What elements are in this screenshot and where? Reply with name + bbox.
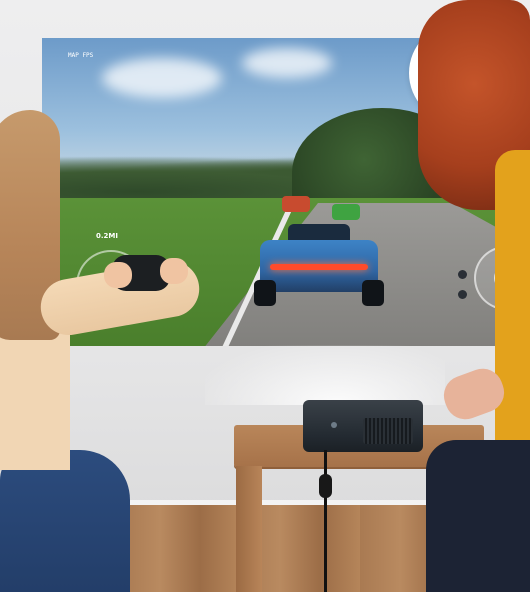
person-right-legs bbox=[426, 440, 530, 592]
person-left-jeans bbox=[0, 450, 130, 592]
cable-adapter bbox=[319, 474, 332, 498]
opponent-car-red bbox=[282, 196, 310, 212]
cloud bbox=[102, 58, 222, 98]
tail-light bbox=[270, 264, 368, 270]
left-hand bbox=[104, 262, 132, 288]
projection-beam bbox=[205, 345, 445, 405]
power-cable bbox=[324, 450, 327, 592]
right-hand bbox=[160, 258, 188, 284]
car-wheel bbox=[362, 280, 384, 306]
projector bbox=[303, 400, 423, 452]
projector-indicator bbox=[331, 422, 337, 428]
car-wheel bbox=[254, 280, 276, 306]
hud-top-left-text: MAP FPS bbox=[68, 52, 94, 59]
action-button bbox=[458, 290, 467, 299]
hud-distance: 0.2MI bbox=[96, 232, 118, 240]
person-right-sweater bbox=[495, 150, 530, 480]
table-leg bbox=[236, 466, 262, 592]
projector-grille bbox=[363, 418, 413, 444]
cloud bbox=[242, 48, 332, 78]
player-car bbox=[254, 218, 384, 308]
action-button bbox=[458, 270, 467, 279]
